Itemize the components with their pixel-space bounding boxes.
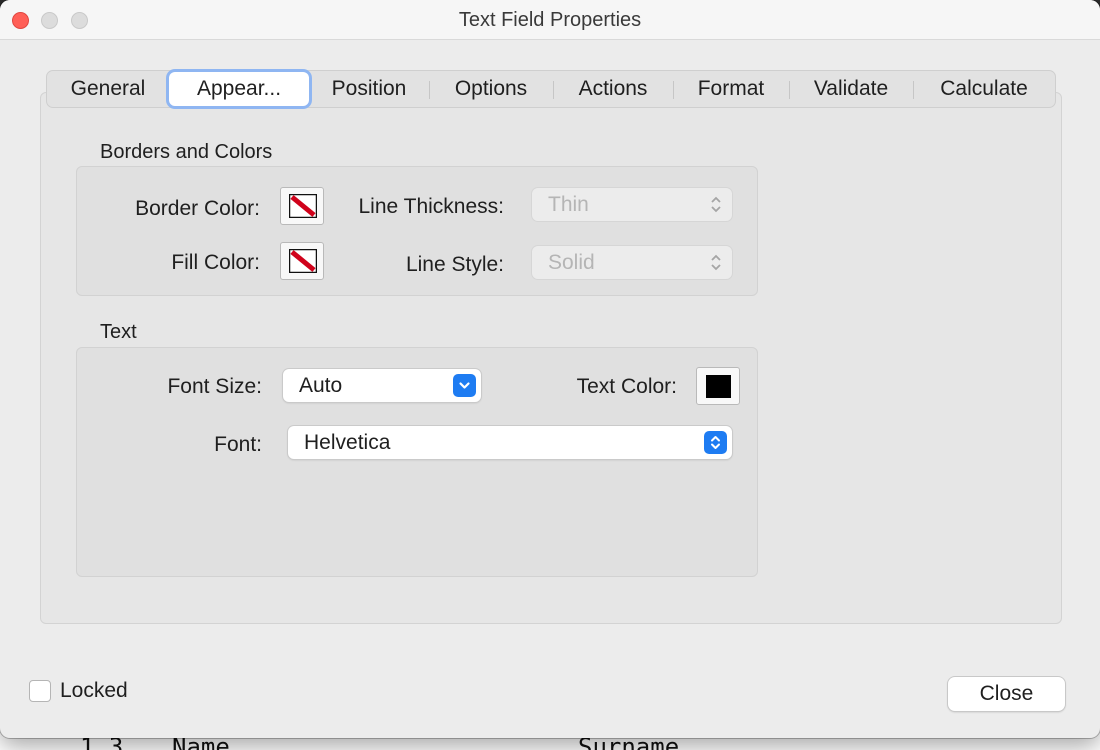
tab-validate[interactable]: Validate [789,72,913,106]
line-style-value: Solid [548,251,595,274]
border-color-label: Border Color: [135,197,260,220]
updown-chevron-icon [711,436,720,449]
font-size-value: Auto [299,374,343,397]
title-bar: Text Field Properties [0,0,1100,40]
dropdown-button [453,374,476,397]
line-style-label: Line Style: [405,253,504,276]
no-color-icon [289,194,317,218]
tab-general[interactable]: General [47,72,169,106]
chevron-down-icon [459,382,470,389]
fill-color-label: Fill Color: [171,251,260,274]
line-thickness-label: Line Thickness: [358,195,504,218]
updown-chevron-icon [711,196,721,213]
borders-and-colors-heading: Borders and Colors [100,141,273,163]
close-button[interactable]: Close [948,677,1065,711]
font-size-label: Font Size: [167,375,262,398]
dropdown-button [704,431,727,454]
tab-format[interactable]: Format [673,72,789,106]
tab-actions[interactable]: Actions [553,72,673,106]
line-thickness-value: Thin [548,193,589,216]
tab-appearance[interactable]: Appear... [169,72,309,106]
text-heading: Text [100,321,137,343]
locked-label: Locked [60,679,128,702]
font-select[interactable]: Helvetica [288,426,732,459]
updown-chevron-icon [711,254,721,271]
font-value: Helvetica [304,431,391,454]
text-color-label: Text Color: [576,375,677,398]
font-label: Font: [214,433,262,456]
line-thickness-select[interactable]: Thin [532,188,732,221]
text-field-properties-dialog: Text Field Properties General Appear... … [0,0,1100,738]
text-color-swatch[interactable] [696,367,740,405]
font-size-select[interactable]: Auto [283,369,481,402]
border-color-swatch[interactable] [280,187,324,225]
window-title: Text Field Properties [458,9,642,31]
no-color-icon [289,249,317,273]
tab-calculate[interactable]: Calculate [913,72,1055,106]
black-color-chip [706,375,731,398]
fill-color-swatch[interactable] [280,242,324,280]
tab-position[interactable]: Position [309,72,429,106]
locked-checkbox[interactable] [29,680,51,702]
line-style-select[interactable]: Solid [532,246,732,279]
tab-bar: General Appear... Position Options Actio… [46,70,1056,108]
tab-options[interactable]: Options [429,72,553,106]
